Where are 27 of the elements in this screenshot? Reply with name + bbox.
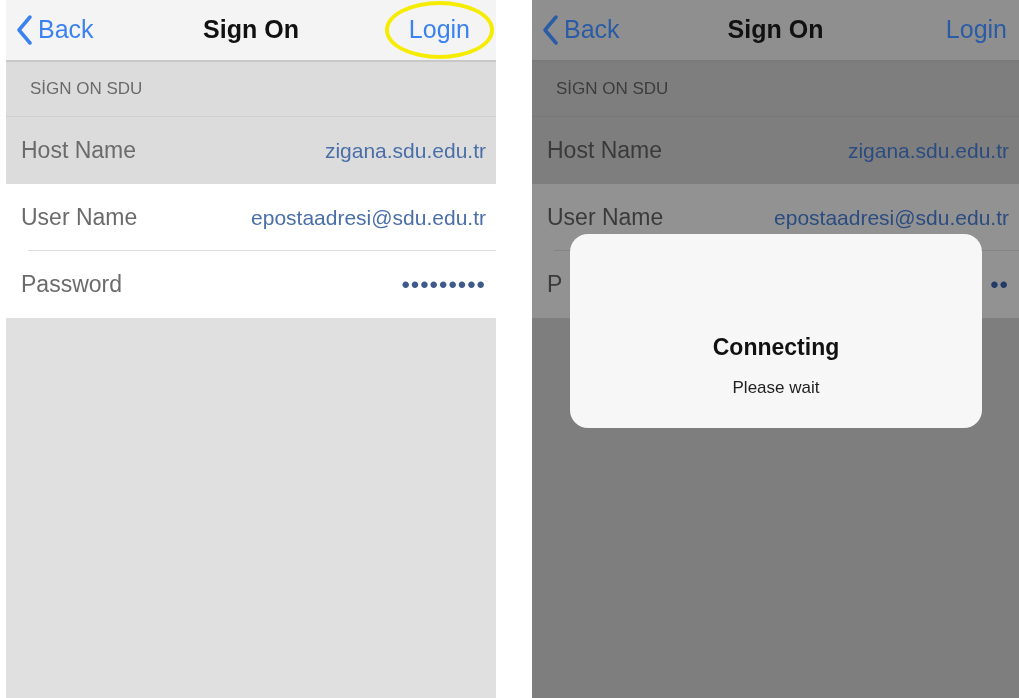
- field-value[interactable]: zigana.sdu.edu.tr: [847, 134, 1009, 167]
- field-label: Host Name: [547, 136, 663, 166]
- section-header: SİGN ON SDU: [30, 78, 143, 101]
- field-value[interactable]: epostaadresi@sdu.edu.tr: [251, 201, 486, 234]
- field-label: User Name: [21, 203, 138, 233]
- field-label: User Name: [547, 203, 664, 233]
- field-value[interactable]: epostaadresi@sdu.edu.tr: [774, 201, 1009, 234]
- alert-title: Connecting: [712, 333, 840, 362]
- form-row[interactable]: Password •••••••••: [6, 251, 496, 318]
- password-field[interactable]: •••••••••: [401, 266, 486, 303]
- chevron-left-icon: [542, 15, 558, 45]
- navigation-title: Sign On: [727, 14, 824, 46]
- field-label: Host Name: [21, 136, 137, 166]
- navigation-title: Sign On: [203, 14, 299, 46]
- alert-message: Please wait: [732, 376, 820, 399]
- back-button[interactable]: Back: [16, 11, 94, 49]
- field-label: Password: [21, 270, 122, 300]
- form-row[interactable]: Host Name zigana.sdu.edu.tr: [6, 117, 496, 184]
- chevron-left-icon: [16, 15, 32, 45]
- field-label: P: [547, 270, 563, 300]
- back-button[interactable]: Back: [542, 11, 620, 49]
- login-button[interactable]: Login: [384, 1, 494, 59]
- login-button[interactable]: Login: [945, 11, 1009, 49]
- section-header: SİGN ON SDU: [556, 78, 669, 101]
- password-field[interactable]: ••: [990, 266, 1009, 303]
- field-value[interactable]: zigana.sdu.edu.tr: [324, 134, 486, 167]
- form-row[interactable]: User Name epostaadresi@sdu.edu.tr: [6, 184, 496, 251]
